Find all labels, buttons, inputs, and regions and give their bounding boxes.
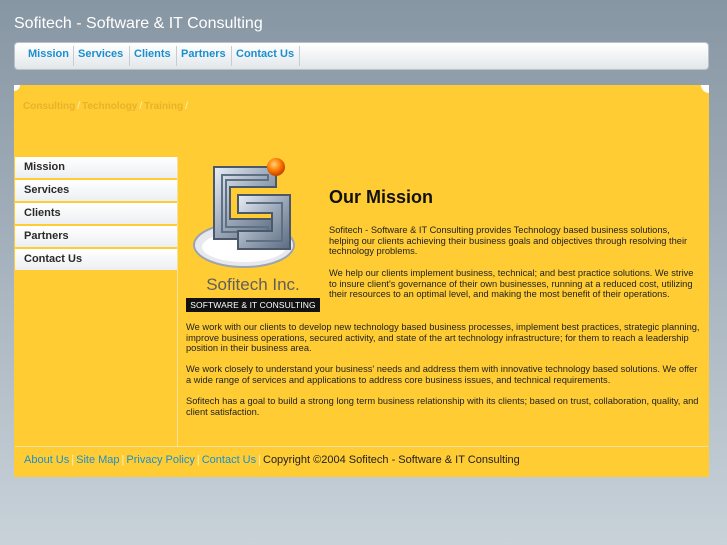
logo-name: Sofitech Inc.: [206, 275, 300, 294]
footer-divider: [15, 446, 708, 447]
breadcrumb-training[interactable]: Training: [144, 101, 183, 112]
company-logo: Sofitech Inc. SOFTWARE & IT CONSULTING: [186, 157, 320, 312]
site-title: Sofitech - Software & IT Consulting: [14, 15, 263, 32]
footer-site-map[interactable]: Site Map: [76, 454, 119, 466]
footer-privacy-policy[interactable]: Privacy Policy: [126, 454, 194, 466]
breadcrumb-consulting[interactable]: Consulting: [23, 101, 75, 112]
top-navigation: Mission Services Clients Partners Contac…: [14, 42, 709, 70]
nav-divider: [299, 46, 300, 66]
panel-corner: [14, 85, 20, 91]
nav-divider: [231, 46, 232, 66]
topnav-services[interactable]: Services: [78, 48, 123, 60]
logo-emblem-icon: [193, 158, 295, 268]
topnav-mission[interactable]: Mission: [28, 48, 69, 60]
sidenav-clients[interactable]: Clients: [15, 203, 177, 224]
copyright: Copyright ©2004 Sofitech - Software & IT…: [263, 454, 520, 466]
topnav-partners[interactable]: Partners: [181, 48, 226, 60]
mission-paragraph: We work with our clients to develop new …: [186, 322, 700, 354]
side-navigation: Mission Services Clients Partners Contac…: [15, 157, 177, 272]
footer-contact-us[interactable]: Contact Us: [202, 454, 256, 466]
sidenav-partners[interactable]: Partners: [15, 226, 177, 247]
mission-paragraph: We help our clients implement business, …: [329, 268, 694, 300]
panel-corner: [701, 85, 709, 93]
sidenav-contact-us[interactable]: Contact Us: [15, 249, 177, 270]
page-heading: Our Mission: [329, 187, 434, 207]
sidenav-services[interactable]: Services: [15, 180, 177, 201]
breadcrumb-technology[interactable]: Technology: [82, 101, 137, 112]
topnav-contact-us[interactable]: Contact Us: [236, 48, 294, 60]
breadcrumb: Consulting / Technology / Training /: [23, 101, 188, 112]
sidenav-mission[interactable]: Mission: [15, 157, 177, 178]
footer-about-us[interactable]: About Us: [24, 454, 69, 466]
logo-tagline: SOFTWARE & IT CONSULTING: [186, 298, 320, 312]
mission-paragraph: Sofitech - Software & IT Consulting prov…: [329, 225, 688, 257]
mission-paragraph: Sofitech has a goal to build a strong lo…: [186, 396, 699, 417]
footer: About Us | Site Map | Privacy Policy | Contact…: [24, 454, 520, 466]
topnav-clients[interactable]: Clients: [134, 48, 171, 60]
column-divider: [177, 157, 178, 446]
nav-divider: [129, 46, 130, 66]
nav-divider: [73, 46, 74, 66]
mission-paragraph: We work closely to understand your busin…: [186, 364, 698, 385]
nav-divider: [176, 46, 177, 66]
